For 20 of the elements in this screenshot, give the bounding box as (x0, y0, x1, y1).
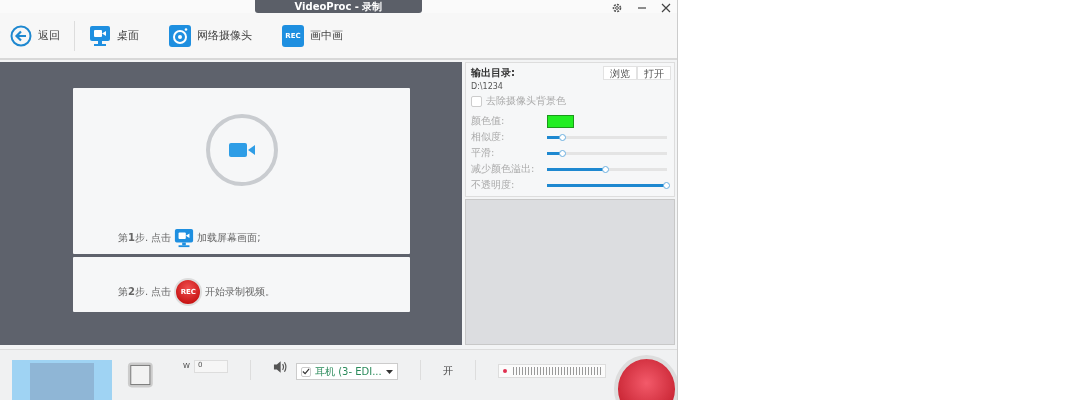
checkbox-label: 去除摄像头背景色 (486, 94, 566, 109)
toolbar-button[interactable]: 桌面 (89, 24, 139, 47)
toggle-label: 开 (442, 364, 453, 378)
panel-button[interactable]: 打开 (637, 66, 671, 81)
slider-label: 不透明度: (471, 178, 516, 193)
output-path: D:\1234 (471, 82, 504, 92)
output-label: 输出目录: (471, 66, 515, 81)
slider-label: 相似度: (471, 130, 506, 145)
step-text: 第2步. 点击 (118, 285, 172, 300)
step-text: 开始录制视频。 (205, 285, 276, 300)
slider-label: 减少颜色溢出: (471, 162, 536, 177)
toolbar-button[interactable]: 返回 (10, 24, 60, 47)
toolbar-button[interactable]: 网络摄像头 (169, 24, 252, 47)
panel-button[interactable]: 浏览 (603, 66, 637, 81)
audio-device-dropdown[interactable]: 耳机 (3- EDI... (295, 363, 398, 380)
step-text: 加载屏幕画面; (197, 231, 261, 246)
color-label: 颜色值: (471, 114, 506, 129)
step-text: 第1步. 点击 (118, 231, 172, 246)
slider-label: 平滑: (471, 146, 496, 161)
window-title: VideoProc - 录制 (255, 0, 422, 13)
